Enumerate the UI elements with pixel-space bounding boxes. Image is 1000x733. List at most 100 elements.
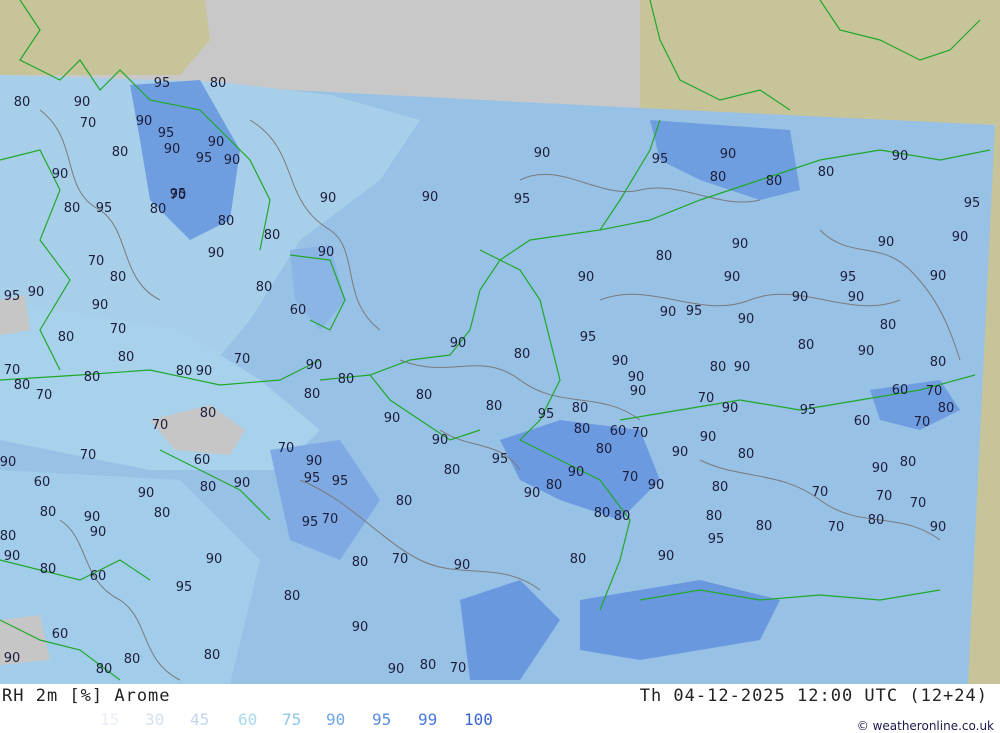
contour-label: 80 bbox=[710, 170, 727, 185]
contour-label: 90 bbox=[388, 662, 405, 677]
contour-label: 90 bbox=[306, 454, 323, 469]
contour-label: 70 bbox=[4, 363, 21, 378]
contour-label: 90 bbox=[454, 558, 471, 573]
contour-label: 80 bbox=[352, 555, 369, 570]
contour-label: 70 bbox=[914, 415, 931, 430]
contour-label: 80 bbox=[712, 480, 729, 495]
parameter-title: RH 2m [%] Arome bbox=[2, 686, 171, 706]
contour-label: 80 bbox=[204, 648, 221, 663]
contour-label: 90 bbox=[700, 430, 717, 445]
contour-label: 90 bbox=[4, 549, 21, 564]
contour-label: 90 bbox=[318, 245, 335, 260]
contour-label: 70 bbox=[110, 322, 127, 337]
contour-label: 90 bbox=[138, 486, 155, 501]
contour-label: 70 bbox=[698, 391, 715, 406]
contour-label: 80 bbox=[96, 662, 113, 677]
contour-label: 90 bbox=[738, 312, 755, 327]
contour-label: 70 bbox=[322, 512, 339, 527]
credit[interactable]: © weatheronline.co.uk bbox=[857, 719, 994, 733]
contour-label: 80 bbox=[118, 350, 135, 365]
contour-label: 80 bbox=[594, 506, 611, 521]
contour-label: 80 bbox=[880, 318, 897, 333]
legend-value: 60 bbox=[238, 710, 258, 729]
contour-label: 95 bbox=[302, 515, 319, 530]
contour-label: 80 bbox=[200, 480, 217, 495]
contour-label: 80 bbox=[0, 529, 16, 544]
legend-value: 99 bbox=[418, 710, 438, 729]
contour-label: 90 bbox=[660, 305, 677, 320]
contour-label: 95 bbox=[332, 474, 349, 489]
legend-value: 95 bbox=[372, 710, 392, 729]
legend-value: 15 bbox=[100, 710, 120, 729]
contour-label: 95 bbox=[538, 407, 555, 422]
contour-label: 60 bbox=[194, 453, 211, 468]
contour-label: 80 bbox=[218, 214, 235, 229]
contour-label: 80 bbox=[150, 202, 167, 217]
legend-value: 30 bbox=[145, 710, 165, 729]
contour-label: 70 bbox=[926, 384, 943, 399]
contour-label: 80 bbox=[900, 455, 917, 470]
contour-label: 90 bbox=[52, 167, 69, 182]
contour-label: 80 bbox=[338, 372, 355, 387]
legend-value: 100 bbox=[464, 710, 493, 729]
contour-label: 90 bbox=[872, 461, 889, 476]
contour-label: 90 bbox=[848, 290, 865, 305]
contour-label: 80 bbox=[256, 280, 273, 295]
rh-map: 95 80 80 90 70 90 95 90 80 90 95 90 90 70 80 95 80 80 80 90… bbox=[0, 0, 1000, 684]
contour-label: 80 bbox=[264, 228, 281, 243]
contour-label: 70 bbox=[876, 489, 893, 504]
contour-label: 80 bbox=[40, 505, 57, 520]
contour-label: 90 bbox=[28, 285, 45, 300]
contour-label: 95 bbox=[304, 471, 321, 486]
contour-label: 95 bbox=[840, 270, 857, 285]
contour-label: 90 bbox=[320, 191, 337, 206]
contour-label: 90 bbox=[628, 370, 645, 385]
contour-label: 90 bbox=[450, 336, 467, 351]
contour-label: 80 bbox=[444, 463, 461, 478]
contour-label: 90 bbox=[658, 549, 675, 564]
contour-label: 90 bbox=[952, 230, 969, 245]
contour-label: 80 bbox=[656, 249, 673, 264]
contour-label: 80 bbox=[738, 447, 755, 462]
contour-label: 90 bbox=[892, 149, 909, 164]
contour-label: 90 bbox=[524, 486, 541, 501]
contour-label: 80 bbox=[396, 494, 413, 509]
contour-label: 70 bbox=[632, 426, 649, 441]
contour-label: 70 bbox=[80, 448, 97, 463]
contour-label: 90 bbox=[568, 465, 585, 480]
contour-label: 90 bbox=[196, 364, 213, 379]
contour-label: 90 bbox=[84, 510, 101, 525]
contour-label: 70 bbox=[828, 520, 845, 535]
contour-label: 95 bbox=[176, 580, 193, 595]
contour-label: 90 bbox=[206, 552, 223, 567]
contour-label: 95 bbox=[514, 192, 531, 207]
contour-label: 70 bbox=[278, 441, 295, 456]
contour-label: 70 bbox=[622, 470, 639, 485]
contour-label: 90 bbox=[352, 620, 369, 635]
contour-label: 90 bbox=[648, 478, 665, 493]
contour-label: 90 bbox=[732, 237, 749, 252]
contour-label: 80 bbox=[596, 442, 613, 457]
contour-label: 60 bbox=[290, 303, 307, 318]
contour-label: 90 bbox=[164, 142, 181, 157]
contour-label: 80 bbox=[176, 364, 193, 379]
land-outside-domain-ne bbox=[640, 0, 1000, 125]
contour-label: 60 bbox=[90, 569, 107, 584]
contour-label: 90 bbox=[224, 153, 241, 168]
contour-label: 90 bbox=[734, 360, 751, 375]
contour-label: 95 bbox=[154, 76, 171, 91]
contour-label: 80 bbox=[574, 422, 591, 437]
contour-label: 90 bbox=[612, 354, 629, 369]
contour-label: 80 bbox=[756, 519, 773, 534]
contour-label: 70 bbox=[88, 254, 105, 269]
contour-label: 80 bbox=[416, 388, 433, 403]
contour-label: 60 bbox=[34, 475, 51, 490]
contour-label: 80 bbox=[420, 658, 437, 673]
contour-label: 90 bbox=[306, 358, 323, 373]
contour-label: 90 bbox=[534, 146, 551, 161]
contour-label: 80 bbox=[210, 76, 227, 91]
contour-label: 80 bbox=[706, 509, 723, 524]
contour-label: 90 bbox=[724, 270, 741, 285]
contour-label: 60 bbox=[52, 627, 69, 642]
contour-label: 90 bbox=[384, 411, 401, 426]
